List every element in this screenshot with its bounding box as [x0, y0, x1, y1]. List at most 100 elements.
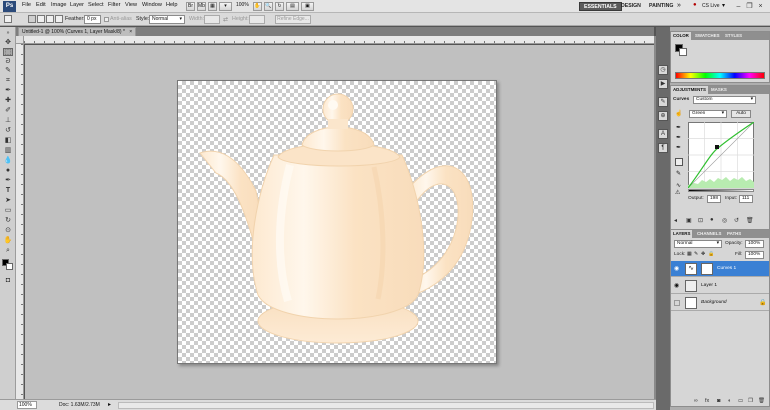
- tab-layers[interactable]: LAYERS: [671, 230, 693, 238]
- bridge-icon[interactable]: Br: [186, 2, 195, 11]
- lock-all-icon[interactable]: 🔒: [708, 251, 714, 257]
- 3d-orbit-tool-icon[interactable]: ⊙: [3, 227, 13, 235]
- add-selection-icon[interactable]: [37, 15, 45, 23]
- add-mask-icon[interactable]: ◙: [717, 398, 720, 404]
- lock-pixels-icon[interactable]: ✎: [694, 251, 698, 257]
- brush-panel-icon[interactable]: ✎: [658, 97, 668, 107]
- visibility-icon[interactable]: ●: [710, 217, 714, 223]
- clone-stamp-tool-icon[interactable]: ⊥: [3, 117, 13, 125]
- opacity-field[interactable]: 100%: [745, 240, 764, 248]
- background-color-swatch[interactable]: [6, 263, 13, 270]
- hand-tool-icon[interactable]: ✋: [3, 237, 13, 245]
- menu-window[interactable]: Window: [142, 2, 162, 8]
- gradient-tool-icon[interactable]: ▥: [3, 147, 13, 155]
- 3d-rotate-tool-icon[interactable]: ↻: [3, 217, 13, 225]
- history-brush-tool-icon[interactable]: ↺: [3, 127, 13, 135]
- color-ramp[interactable]: [675, 72, 765, 79]
- new-layer-icon[interactable]: ❐: [748, 398, 753, 404]
- fill-field[interactable]: 100%: [745, 251, 764, 259]
- on-image-adjust-icon[interactable]: ☝: [675, 110, 682, 117]
- menu-image[interactable]: Image: [51, 2, 67, 8]
- menu-edit[interactable]: Edit: [36, 2, 46, 8]
- quick-mask-icon[interactable]: ◘: [3, 277, 13, 285]
- zoom-tool-icon[interactable]: ⌕: [3, 247, 13, 255]
- clip-to-layer-icon[interactable]: ⊡: [698, 217, 703, 224]
- new-group-icon[interactable]: ▭: [738, 398, 743, 404]
- vertical-ruler[interactable]: [16, 44, 24, 399]
- path-selection-tool-icon[interactable]: ➤: [3, 197, 13, 205]
- cs-live-icon[interactable]: ●: [693, 2, 697, 8]
- horizontal-ruler[interactable]: [24, 36, 654, 44]
- clone-source-panel-icon[interactable]: ⊕: [658, 111, 668, 121]
- type-tool-icon[interactable]: T: [3, 187, 13, 195]
- screen-mode-icon[interactable]: ▣: [301, 2, 314, 11]
- clipping-warning-icon[interactable]: ⚠: [675, 189, 680, 196]
- document-tab[interactable]: Untitled-1 @ 100% (Curves 1, Layer Mask/…: [18, 27, 137, 36]
- actions-panel-icon[interactable]: ▶: [658, 79, 668, 89]
- view-previous-icon[interactable]: ◎: [722, 217, 727, 224]
- tab-styles[interactable]: STYLES: [723, 32, 744, 40]
- quick-selection-tool-icon[interactable]: ✎: [3, 67, 13, 75]
- background-color-swatch[interactable]: [679, 48, 687, 56]
- visibility-toggle-empty[interactable]: [674, 300, 680, 306]
- tab-channels[interactable]: CHANNELS: [695, 230, 723, 238]
- ruler-origin[interactable]: [16, 36, 24, 44]
- subtract-selection-icon[interactable]: [46, 15, 54, 23]
- visibility-eye-icon[interactable]: ◉: [674, 283, 680, 289]
- workspace-essentials[interactable]: ESSENTIALS: [579, 2, 622, 11]
- height-field[interactable]: [249, 15, 265, 24]
- cs-live-label[interactable]: CS Live: [702, 3, 720, 9]
- channel-select[interactable]: Green ▾: [689, 110, 727, 118]
- healing-brush-tool-icon[interactable]: ✚: [3, 97, 13, 105]
- auto-button[interactable]: Auto: [731, 110, 751, 118]
- marquee-preset-icon[interactable]: [4, 15, 12, 23]
- reset-icon[interactable]: ↺: [734, 217, 739, 224]
- layer-row[interactable]: ◉ ∿ Curves 1: [671, 261, 769, 277]
- swap-dimensions-icon[interactable]: ⇄: [223, 16, 228, 23]
- layer-style-icon[interactable]: fx: [705, 398, 709, 404]
- tab-masks[interactable]: MASKS: [709, 86, 729, 94]
- rotate-view-icon[interactable]: ↻: [275, 2, 284, 11]
- blur-tool-icon[interactable]: 💧: [3, 157, 13, 165]
- white-point-eyedropper-icon[interactable]: ✒: [676, 144, 681, 151]
- mini-bridge-icon[interactable]: Mb: [197, 2, 206, 11]
- cs-live-menu-icon[interactable]: ▾: [722, 2, 725, 9]
- tab-color[interactable]: COLOR: [671, 32, 691, 40]
- dodge-tool-icon[interactable]: ●: [3, 167, 13, 175]
- brush-tool-icon[interactable]: ✐: [3, 107, 13, 115]
- style-select[interactable]: Normal ▾: [149, 15, 185, 24]
- pen-tool-icon[interactable]: ✒: [3, 177, 13, 185]
- delete-adjustment-icon[interactable]: 🗑: [746, 217, 754, 224]
- output-field[interactable]: 198: [707, 195, 721, 203]
- eraser-tool-icon[interactable]: ◧: [3, 137, 13, 145]
- zoom-level-select[interactable]: ▾: [219, 2, 232, 11]
- refine-edge-button[interactable]: Refine Edge...: [275, 15, 311, 24]
- feather-field[interactable]: 0 px: [84, 15, 101, 24]
- menu-select[interactable]: Select: [88, 2, 104, 8]
- tab-swatches[interactable]: SWATCHES: [693, 32, 722, 40]
- status-zoom-field[interactable]: 100%: [17, 401, 37, 409]
- paragraph-panel-icon[interactable]: ¶: [658, 143, 668, 153]
- menu-help[interactable]: Help: [166, 2, 178, 8]
- workspace-more-icon[interactable]: »: [677, 2, 681, 9]
- gray-point-eyedropper-icon[interactable]: ✒: [676, 134, 681, 141]
- document-canvas[interactable]: [177, 80, 497, 364]
- history-panel-icon[interactable]: ◷: [658, 65, 668, 75]
- curve-edit-points-icon[interactable]: [675, 158, 683, 166]
- curve-point[interactable]: [715, 145, 719, 149]
- document-info[interactable]: Doc: 1.63M/2.73M: [59, 402, 100, 408]
- minimize-icon[interactable]: –: [734, 2, 743, 11]
- close-icon[interactable]: ×: [756, 2, 765, 11]
- eyedropper-tool-icon[interactable]: ✒: [3, 87, 13, 95]
- input-field[interactable]: 111: [739, 195, 753, 203]
- tab-adjustments[interactable]: ADJUSTMENTS: [671, 86, 708, 94]
- blend-mode-select[interactable]: Normal ▾: [674, 240, 722, 248]
- menu-view[interactable]: View: [125, 2, 137, 8]
- layer-row[interactable]: ◉ Layer 1: [671, 278, 769, 294]
- tab-paths[interactable]: PATHS: [725, 230, 743, 238]
- character-panel-icon[interactable]: A: [658, 129, 668, 139]
- expand-view-icon[interactable]: ▣: [686, 217, 692, 224]
- antialias-checkbox[interactable]: [104, 17, 109, 22]
- crop-tool-icon[interactable]: ⌗: [3, 77, 13, 85]
- hand-tool-icon[interactable]: ✋: [253, 2, 262, 11]
